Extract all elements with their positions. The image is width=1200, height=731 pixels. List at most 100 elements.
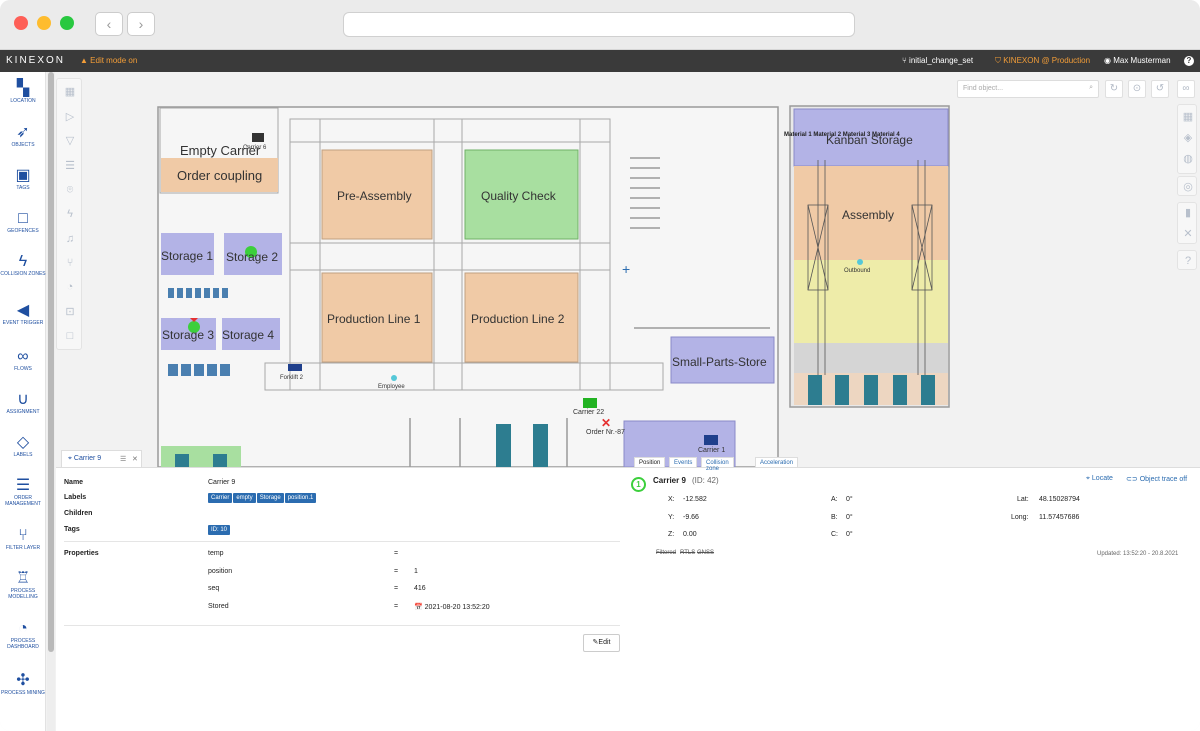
tab-position[interactable]: Position: [634, 457, 666, 468]
tab-acceleration[interactable]: Acceleration: [755, 457, 799, 468]
order-nr-label[interactable]: Order Nr.-87: [586, 429, 625, 436]
carrier-1-label[interactable]: Carrier 1: [698, 447, 725, 454]
map-view-icon[interactable]: ▦: [63, 85, 77, 99]
bell-icon[interactable]: ♫: [63, 232, 77, 246]
property-key: seq: [208, 585, 220, 592]
list-icon[interactable]: ☰: [63, 159, 77, 173]
sidebar-item-geofences[interactable]: □ GEOFENCES: [0, 210, 46, 234]
cube-icon[interactable]: ◈: [1181, 131, 1195, 145]
filtered-toggle[interactable]: Filtered: [656, 550, 676, 556]
rotate-icon[interactable]: ↻: [1105, 80, 1123, 98]
sidebar-item-tags[interactable]: ▣ TAGS: [0, 167, 46, 191]
globe-icon[interactable]: ◍: [1181, 152, 1195, 166]
edit-mode-label: Edit mode on: [90, 56, 138, 65]
user-name: Max Musterman: [1113, 56, 1171, 65]
branch-icon: ⑂: [18, 527, 28, 544]
sidebar-item-location[interactable]: ▚ LOCATION: [0, 80, 46, 104]
x-value: -12.582: [683, 496, 707, 503]
map-2d-icon[interactable]: ▦: [1181, 110, 1195, 124]
filter-icon[interactable]: ▽: [63, 134, 77, 148]
scrollbar-thumb[interactable]: [48, 72, 54, 652]
selected-marker-icon: 1: [631, 477, 646, 492]
branch-icon[interactable]: ⑂: [63, 256, 77, 270]
pre-assembly-label: Pre-Assembly: [337, 189, 412, 203]
sidebar-item-process-dashboard[interactable]: ◔ PROCESS DASHBOARD: [0, 620, 46, 650]
materials-label[interactable]: Material 1 Material 2 Material 3 Materia…: [784, 132, 900, 138]
sidebar-scrollbar[interactable]: [47, 72, 55, 731]
minimize-window-dot[interactable]: [37, 16, 51, 30]
site-selector[interactable]: ⛉ KINEXON @ Production: [995, 56, 1090, 66]
menu-icon[interactable]: ☰: [120, 455, 126, 463]
close-icon[interactable]: ✕: [1181, 227, 1195, 241]
label-chip[interactable]: empty: [233, 493, 256, 503]
sidebar-item-label: COLLISION ZONES: [0, 271, 46, 277]
label-chip[interactable]: Storage: [256, 493, 284, 503]
carrier-6-label[interactable]: Carrier 6: [243, 145, 266, 151]
rectangle-icon[interactable]: □: [63, 329, 77, 343]
pin-icon[interactable]: ⌾: [63, 183, 77, 197]
gauge-icon[interactable]: ◔: [63, 280, 77, 294]
green-zone-bottom: [161, 446, 241, 467]
small-parts-store-label: Small-Parts-Store: [672, 355, 767, 369]
close-tab-icon[interactable]: ✕: [132, 455, 138, 463]
sidebar-item-assignment[interactable]: ∪ ASSIGNMENT: [0, 391, 46, 415]
sidebar-item-order-management[interactable]: ☰ ORDER MANAGEMENT: [0, 477, 46, 507]
label-chip[interactable]: Carrier: [208, 493, 233, 503]
sidebar-item-label: GEOFENCES: [7, 228, 39, 234]
position-title: Carrier 9: [653, 476, 686, 485]
tag-chip[interactable]: ID: 10: [208, 525, 231, 535]
undo-icon[interactable]: ↺: [1151, 80, 1169, 98]
gauge-icon: ◔: [18, 620, 28, 637]
carrier-22-label[interactable]: Carrier 22: [573, 409, 604, 416]
bookmark-icon[interactable]: ▮: [1181, 206, 1195, 220]
floor-map[interactable]: + ✕: [56, 72, 1200, 467]
sidebar-item-objects[interactable]: ➶ OBJECTS: [0, 124, 46, 148]
sidebar-item-collision-zones[interactable]: ϟ COLLISION ZONES: [0, 253, 46, 277]
sidebar-item-label: LOCATION: [10, 98, 36, 104]
outbound-person-icon: [857, 259, 863, 265]
carrier-detail-tab[interactable]: ⌖ Carrier 9 ☰ ✕: [61, 450, 142, 468]
sidebar-item-label: PROCESS MODELLING: [8, 588, 38, 600]
sidebar-item-label: LABELS: [13, 452, 33, 458]
sidebar-item-process-mining[interactable]: ✣ PROCESS MINING: [0, 672, 46, 696]
forward-arrow-icon[interactable]: ›: [127, 12, 155, 36]
children-label: Children: [64, 510, 93, 517]
sidebar-item-label: OBJECTS: [11, 142, 35, 148]
sidebar-item-labels[interactable]: ◇ LABELS: [0, 434, 46, 458]
object-trace-toggle[interactable]: ⊂⊃ Object trace off: [1126, 475, 1187, 483]
maximize-window-dot[interactable]: [60, 16, 74, 30]
forklift-2-label[interactable]: Forklift 2: [280, 375, 303, 381]
warning-icon: ▲: [80, 56, 88, 65]
sidebar-item-process-modelling[interactable]: ♖ PROCESS MODELLING: [0, 570, 46, 600]
change-set-selector[interactable]: ⑂ initial_change_set: [902, 56, 973, 65]
binoculars-icon[interactable]: ∞: [1177, 80, 1195, 98]
back-arrow-icon[interactable]: ‹: [95, 12, 123, 36]
label-chip[interactable]: position.1: [284, 493, 317, 503]
employee-label[interactable]: Employee: [378, 384, 405, 390]
question-icon[interactable]: ?: [1181, 254, 1195, 268]
sidebar-item-filter-layer[interactable]: ⑂ FILTER LAYER: [0, 527, 46, 551]
tab-collision-zone[interactable]: Collision zone: [701, 457, 734, 472]
edit-button[interactable]: ✎Edit: [583, 634, 620, 652]
rtls-toggle[interactable]: RTLS: [680, 550, 695, 556]
user-menu[interactable]: ◉ Max Musterman: [1104, 56, 1171, 65]
name-value: Carrier 9: [208, 479, 236, 486]
bolt-icon[interactable]: ϟ: [63, 207, 77, 221]
help-icon[interactable]: ?: [1184, 56, 1194, 66]
compass-icon[interactable]: ◎: [1181, 180, 1195, 194]
browser-chrome: ‹ ›: [0, 0, 1200, 50]
location-pin-icon: ⌖: [68, 455, 72, 462]
edit-mode-indicator[interactable]: ▲ Edit mode on: [80, 56, 137, 65]
sidebar-item-flows[interactable]: ∞ FLOWS: [0, 348, 46, 372]
close-window-dot[interactable]: [14, 16, 28, 30]
gnss-toggle[interactable]: GNSS: [697, 550, 714, 556]
address-bar[interactable]: [343, 12, 855, 37]
map-right-toolbar: ▦ ◈ ◍: [1177, 104, 1197, 174]
sidebar-item-event-trigger[interactable]: ◀ EVENT TRIGGER: [0, 302, 46, 326]
locate-button[interactable]: ⌖ Locate: [1086, 475, 1113, 483]
center-icon[interactable]: ⊙: [1128, 80, 1146, 98]
play-icon[interactable]: ▷: [63, 110, 77, 124]
tab-events[interactable]: Events: [669, 457, 698, 468]
crop-icon[interactable]: ⊡: [63, 305, 77, 319]
find-object-input[interactable]: Find object... ⌕: [957, 80, 1099, 98]
